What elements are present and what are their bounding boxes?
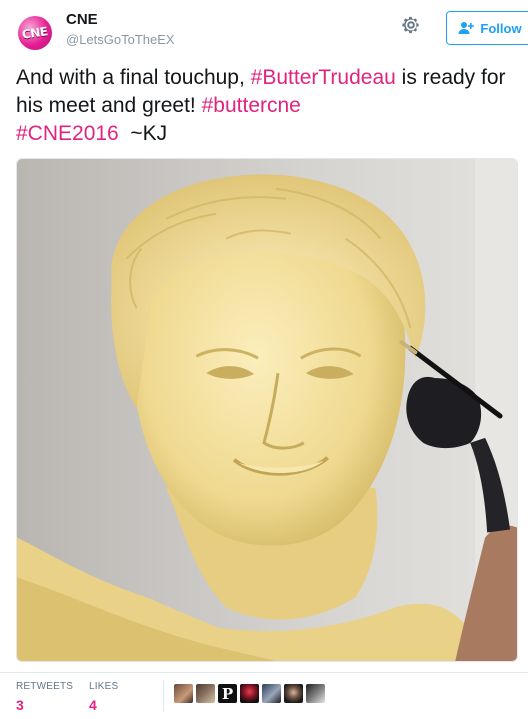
liker-avatar[interactable] [240, 684, 259, 703]
retweets-label: RETWEETS [16, 681, 74, 692]
tweet-header: CNE CNE @LetsGoToTheEX Follow [16, 10, 528, 54]
likes-count: 4 [89, 697, 97, 713]
liker-avatar[interactable] [174, 684, 193, 703]
hashtag-link[interactable]: #CNE2016 [16, 122, 119, 145]
avatar[interactable]: CNE [16, 14, 54, 52]
text-segment: And with a final touchup, [16, 66, 251, 89]
gear-icon[interactable] [401, 15, 421, 35]
liker-avatars: P [174, 684, 325, 703]
author-handle[interactable]: @LetsGoToTheEX [66, 32, 175, 47]
liker-avatar[interactable] [262, 684, 281, 703]
hashtag-link[interactable]: #buttercne [202, 94, 301, 117]
likes-stat[interactable]: LIKES 4 [89, 681, 118, 713]
retweets-stat[interactable]: RETWEETS 3 [16, 681, 73, 713]
cne-logo: CNE [18, 16, 52, 50]
hashtag-link[interactable]: #ButterTrudeau [251, 66, 396, 89]
liker-p-letter: P [221, 684, 234, 703]
liker-avatar[interactable]: P [218, 684, 237, 703]
butter-sculpture-image [17, 159, 517, 661]
tweet-text: And with a final touchup, #ButterTrudeau… [16, 64, 506, 148]
liker-avatar[interactable] [196, 684, 215, 703]
text-segment: ~KJ [118, 122, 168, 145]
add-user-icon [458, 22, 475, 34]
retweets-count: 3 [16, 697, 24, 713]
liker-avatar[interactable] [306, 684, 325, 703]
tweet-stats: RETWEETS 3 LIKES 4 P [0, 672, 528, 719]
avatar-text: CNE [21, 24, 49, 42]
likes-label: LIKES [89, 681, 119, 692]
stats-divider [163, 681, 164, 711]
author-name[interactable]: CNE [66, 11, 98, 28]
follow-label: Follow [480, 20, 522, 36]
liker-avatar[interactable] [284, 684, 303, 703]
follow-button[interactable]: Follow [446, 11, 528, 45]
tweet-photo[interactable] [16, 158, 518, 662]
